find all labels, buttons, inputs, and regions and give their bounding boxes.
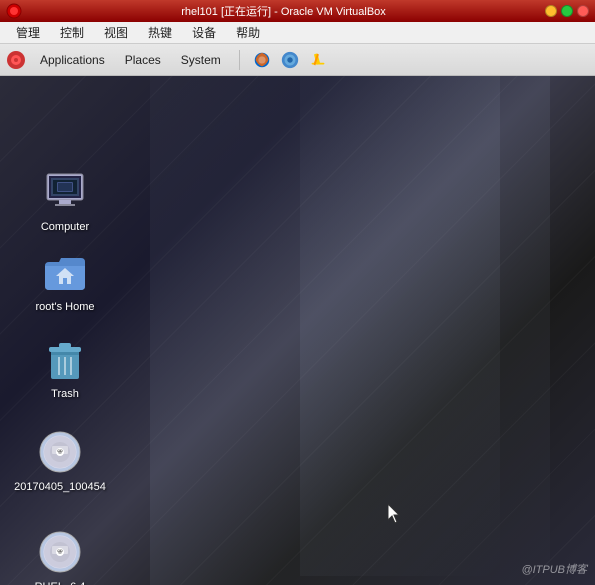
- firefox-icon[interactable]: [252, 50, 272, 70]
- places-label: Places: [125, 53, 161, 67]
- maximize-button[interactable]: [561, 5, 573, 17]
- desktop: Computer root's Home: [0, 76, 595, 585]
- menu-hotkey[interactable]: 热键: [140, 22, 180, 43]
- svg-text:CD: CD: [57, 548, 63, 553]
- close-button[interactable]: [577, 5, 589, 17]
- menu-help[interactable]: 帮助: [228, 22, 268, 43]
- computer-icon-img: [41, 168, 89, 216]
- trash-label: Trash: [51, 387, 79, 401]
- title-bar: rhel101 [正在运行] - Oracle VM VirtualBox: [0, 0, 595, 22]
- system-menu[interactable]: System: [175, 51, 227, 69]
- watermark: @ITPUB博客: [521, 561, 587, 577]
- disc1-label: 20170405_100454: [14, 480, 106, 494]
- trash-icon[interactable]: Trash: [20, 331, 110, 405]
- gnome-icon: [6, 50, 26, 70]
- email-icon[interactable]: [280, 50, 300, 70]
- window-controls[interactable]: [545, 5, 589, 17]
- menu-devices[interactable]: 设备: [184, 22, 224, 43]
- roots-home-label: root's Home: [36, 300, 95, 314]
- disc1-icon-img: CD: [36, 428, 84, 476]
- disc2-label: RHEL_6.4 x86_64Disc 1: [19, 580, 101, 585]
- app-icon: [6, 3, 22, 19]
- edit-icon[interactable]: [308, 50, 328, 70]
- menu-manage[interactable]: 管理: [8, 22, 48, 43]
- computer-icon[interactable]: Computer: [20, 164, 110, 238]
- disc2-icon[interactable]: CD RHEL_6.4 x86_64Disc 1: [15, 524, 105, 585]
- roots-home-icon[interactable]: root's Home: [20, 244, 110, 318]
- roots-home-icon-img: [41, 248, 89, 296]
- system-label: System: [181, 53, 221, 67]
- menu-control[interactable]: 控制: [52, 22, 92, 43]
- light-streak-2: [300, 76, 500, 576]
- svg-text:CD: CD: [57, 448, 63, 453]
- disc2-icon-img: CD: [36, 528, 84, 576]
- app-bar: Applications Places System: [0, 44, 595, 76]
- menu-view[interactable]: 视图: [96, 22, 136, 43]
- applications-menu[interactable]: Applications: [34, 51, 111, 69]
- window-title: rhel101 [正在运行] - Oracle VM VirtualBox: [28, 3, 539, 19]
- separator: [239, 50, 240, 70]
- menu-bar: 管理 控制 视图 热键 设备 帮助: [0, 22, 595, 44]
- disc1-icon[interactable]: CD 20170405_100454: [15, 424, 105, 498]
- applications-label: Applications: [40, 53, 105, 67]
- places-menu[interactable]: Places: [119, 51, 167, 69]
- computer-label: Computer: [41, 220, 89, 234]
- trash-icon-img: [41, 335, 89, 383]
- minimize-button[interactable]: [545, 5, 557, 17]
